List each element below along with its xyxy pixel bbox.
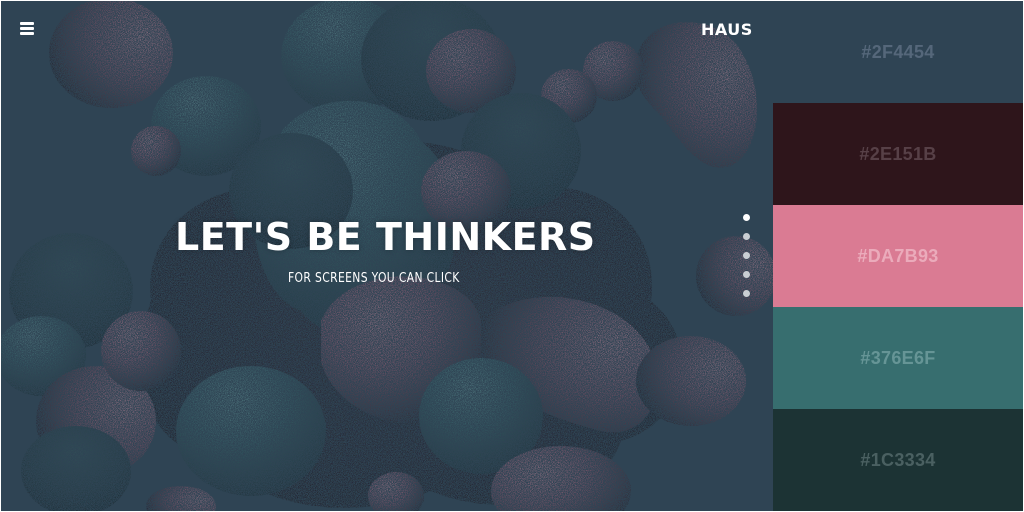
slide-pager (743, 214, 751, 304)
color-swatch[interactable]: #376E6F (773, 307, 1023, 409)
pager-dot[interactable] (743, 290, 750, 297)
swatch-hex-label: #2F4454 (861, 41, 935, 62)
swatch-hex-label: #1C3334 (860, 449, 936, 470)
pager-dot[interactable] (743, 252, 750, 259)
hero-subtitle: FOR SCREENS YOU CAN CLICK (288, 271, 460, 286)
color-swatch[interactable]: #2F4454 (773, 1, 1023, 103)
swatch-hex-label: #376E6F (860, 347, 936, 368)
swatch-hex-label: #DA7B93 (857, 245, 939, 266)
color-swatch[interactable]: #DA7B93 (773, 205, 1023, 307)
hamburger-menu-icon[interactable] (20, 21, 34, 35)
pager-dot[interactable] (743, 214, 750, 221)
color-swatch[interactable]: #2E151B (773, 103, 1023, 205)
hero-title: LET'S BE THINKERS (175, 215, 596, 259)
color-swatch[interactable]: #1C3334 (773, 409, 1023, 511)
brand-logo[interactable]: HAUS (701, 20, 753, 39)
pager-dot[interactable] (743, 271, 750, 278)
color-palette: #2F4454 #2E151B #DA7B93 #376E6F #1C3334 (773, 1, 1023, 511)
swatch-hex-label: #2E151B (859, 143, 937, 164)
hero-section: HAUS LET'S BE THINKERS FOR SCREENS YOU C… (1, 1, 773, 511)
pager-dot[interactable] (743, 233, 750, 240)
page-frame: HAUS LET'S BE THINKERS FOR SCREENS YOU C… (1, 1, 1023, 511)
